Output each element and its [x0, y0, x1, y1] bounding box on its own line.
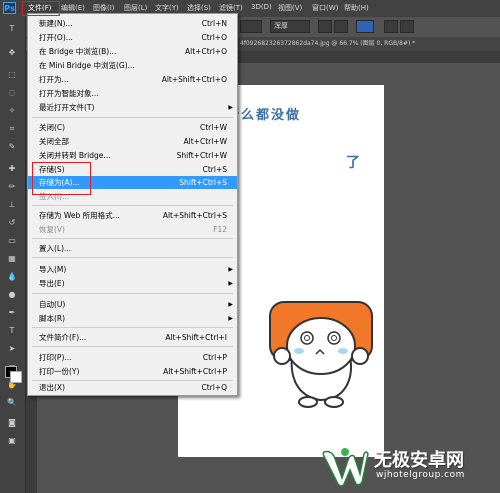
healing-brush-icon[interactable]: ✚ [5, 163, 19, 174]
menu-3d[interactable]: 3D(D) [251, 3, 272, 11]
color-swatch[interactable] [356, 20, 374, 33]
watermark-title: 无极安卓网 [374, 450, 464, 471]
menu-item-close-all[interactable]: 关闭全部 Alt+Ctrl+W [28, 135, 237, 148]
watermark-logo-icon [322, 448, 369, 487]
menu-item-print[interactable]: 打印(P)... Ctrl+P [28, 351, 237, 364]
crop-tool-icon[interactable]: ⌗ [5, 123, 19, 134]
menu-view[interactable]: 视图(V) [278, 3, 302, 13]
zoom-tool-icon[interactable]: 🔍 [5, 397, 19, 408]
canvas-text-line2: 了 [346, 155, 360, 171]
menu-item-export[interactable]: 导出(E) ▶ [28, 277, 237, 290]
marquee-tool-icon[interactable]: ⬚ [5, 69, 19, 80]
blend-select[interactable]: 浑厚 [270, 20, 310, 33]
warp-text-icon[interactable] [384, 20, 398, 33]
dodge-tool-icon[interactable]: ● [5, 289, 19, 300]
option-toggle[interactable] [240, 20, 262, 33]
menu-help[interactable]: 帮助(H) [344, 3, 369, 13]
gradient-tool-icon[interactable]: ▦ [5, 253, 19, 264]
path-select-icon[interactable]: ➤ [5, 343, 19, 354]
menu-separator [32, 257, 233, 258]
text-tool-icon[interactable]: T [5, 23, 19, 34]
document-tab[interactable]: 4f092682326372862da74.jpg @ 66.7% (图层 0,… [237, 37, 500, 51]
background-color-swatch[interactable] [10, 371, 22, 383]
menu-item-browse-bridge[interactable]: 在 Bridge 中浏览(B)... Alt+Ctrl+O [28, 45, 237, 58]
menu-window[interactable]: 窗口(W) [312, 3, 338, 13]
watermark: 无极安卓网 wjhotelgroup.com [318, 440, 500, 493]
menu-item-save-for-web[interactable]: 存储为 Web 所用格式... Alt+Shift+Ctrl+S [28, 209, 237, 222]
menu-item-recent-files[interactable]: 最近打开文件(T) ▶ [28, 101, 237, 114]
menu-item-open[interactable]: 打开(O)... Ctrl+O [28, 31, 237, 44]
file-menu-dropdown: 新建(N)... Ctrl+N 打开(O)... Ctrl+O 在 Bridge 中… [27, 13, 238, 396]
menu-separator [32, 346, 233, 347]
cartoon-character-illustration [269, 301, 373, 408]
photoshop-logo: Ps [3, 2, 16, 14]
magic-wand-icon[interactable]: ✧ [5, 105, 19, 116]
menu-separator [32, 117, 233, 118]
blur-tool-icon[interactable]: 💧 [5, 271, 19, 282]
menu-type[interactable]: 文字(Y) [155, 3, 179, 13]
menu-item-open-smart-object[interactable]: 打开为智能对象... [28, 87, 237, 100]
menu-separator [32, 293, 233, 294]
menu-item-place[interactable]: 置入(L)... [28, 242, 237, 255]
screen-mode-icon[interactable]: ▣ [5, 435, 19, 446]
annotation-box-file-menu [22, 1, 60, 16]
menu-item-automate[interactable]: 自动(U) ▶ [28, 298, 237, 311]
submenu-arrow-icon: ▶ [228, 315, 233, 322]
menu-item-file-info[interactable]: 文件简介(F)... Alt+Shift+Ctrl+I [28, 331, 237, 344]
menu-item-import[interactable]: 导入(M) ▶ [28, 263, 237, 276]
pen-tool-icon[interactable]: ✒ [5, 307, 19, 318]
eraser-tool-icon[interactable]: ▭ [5, 235, 19, 246]
menu-edit[interactable]: 编辑(E) [61, 3, 85, 13]
move-tool-icon[interactable]: ✥ [5, 47, 19, 58]
history-brush-icon[interactable]: ↺ [5, 217, 19, 228]
stamp-tool-icon[interactable]: ⊥ [5, 199, 19, 210]
menu-item-exit[interactable]: 退出(X) Ctrl+Q [28, 381, 237, 394]
menu-separator [32, 205, 233, 206]
menu-item-revert: 恢复(V) F12 [39, 225, 227, 234]
menu-item-close[interactable]: 关闭(C) Ctrl+W [28, 121, 237, 134]
align-left-icon[interactable] [318, 20, 332, 33]
menu-image[interactable]: 图像(I) [93, 3, 115, 13]
menu-item-open-as[interactable]: 打开为... Alt+Shift+Ctrl+O [28, 73, 237, 86]
panel-toggle-icon[interactable] [400, 20, 414, 33]
brush-tool-icon[interactable]: ✏ [5, 181, 19, 192]
menu-item-scripts[interactable]: 脚本(R) ▶ [28, 312, 237, 325]
menu-filter[interactable]: 滤镜(T) [219, 3, 243, 13]
menu-layer[interactable]: 图层(L) [124, 3, 147, 13]
annotation-box-save-as [32, 162, 91, 195]
lasso-tool-icon[interactable]: ◌ [5, 87, 19, 98]
submenu-arrow-icon: ▶ [228, 301, 233, 308]
menu-item-new[interactable]: 新建(N)... Ctrl+N [28, 17, 237, 30]
submenu-arrow-icon: ▶ [228, 104, 233, 111]
menu-item-close-go-bridge[interactable]: 关闭并转到 Bridge... Shift+Ctrl+W [28, 149, 237, 162]
menu-separator [32, 327, 233, 328]
menu-select[interactable]: 选择(S) [187, 3, 211, 13]
watermark-url: wjhotelgroup.com [376, 470, 465, 480]
quick-mask-icon[interactable]: ◙ [5, 417, 19, 428]
menu-item-browse-mini-bridge[interactable]: 在 Mini Bridge 中浏览(G)... [28, 59, 237, 72]
tools-panel: T ✥ ⬚ ◌ ✧ ⌗ ✎ ✚ ✏ ⊥ ↺ ▭ ▦ 💧 ● ✒ T ➤ ▬ ✋ … [0, 17, 26, 493]
type-tool-icon[interactable]: T [5, 325, 19, 336]
align-center-icon[interactable] [334, 20, 348, 33]
menu-item-print-one-copy[interactable]: 打印一份(Y) Alt+Shift+Ctrl+P [28, 365, 237, 378]
submenu-arrow-icon: ▶ [228, 280, 233, 287]
eyedropper-icon[interactable]: ✎ [5, 141, 19, 152]
submenu-arrow-icon: ▶ [228, 266, 233, 273]
menu-separator [32, 238, 233, 239]
